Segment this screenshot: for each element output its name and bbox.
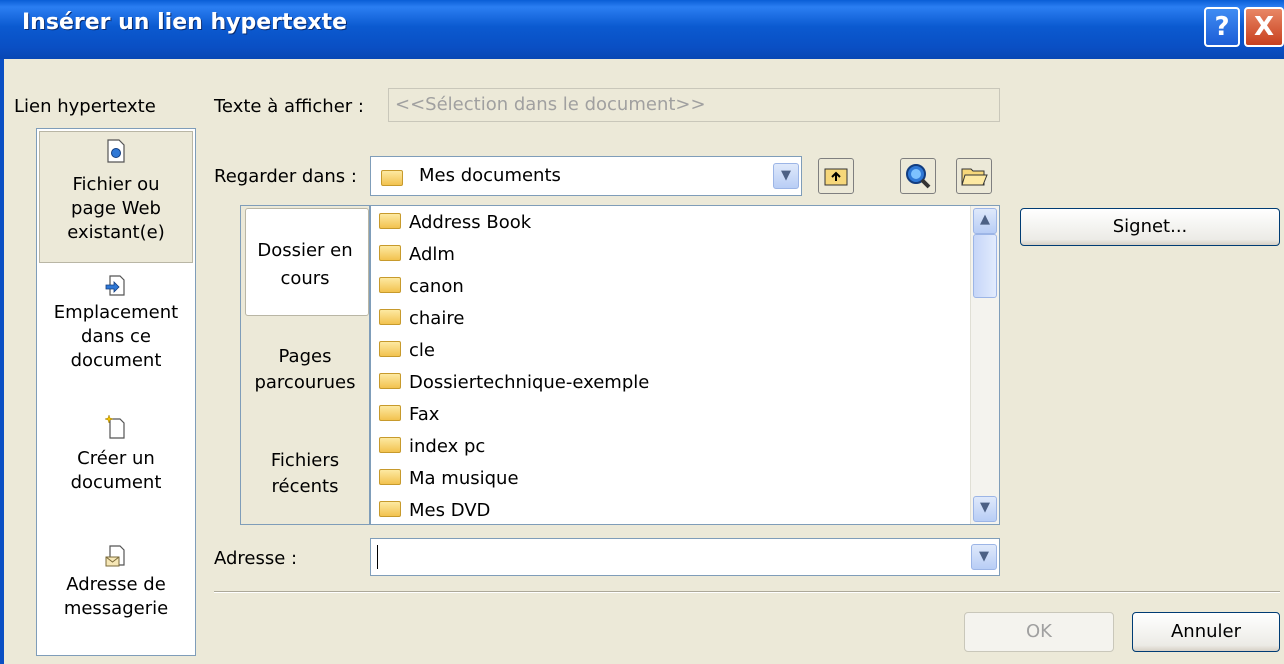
browse-file-button[interactable] [956,158,992,194]
browse-tabs: Dossier en cours Pages parcourues Fichie… [240,205,370,525]
file-name: Dossiertechnique-exemple [409,372,650,393]
scroll-down-icon[interactable]: ▼ [973,496,997,522]
tab-browsed-pages[interactable]: Pages parcourues [241,336,369,420]
folder-icon [379,341,401,357]
folder-icon [381,170,403,186]
file-name: Ma musique [409,468,519,489]
up-folder-icon [824,168,848,186]
file-icon [107,139,125,163]
list-item[interactable]: Ma musique [379,464,519,494]
file-name: Fax [409,404,440,425]
look-in-value: Mes documents [419,165,561,186]
file-name: cle [409,340,435,361]
link-type-email-address[interactable]: Adresse de messagerie [37,539,195,649]
link-type-label-line: existant(e) [67,222,165,243]
link-type-create-document[interactable]: Créer un document [37,409,195,519]
scroll-thumb[interactable] [973,234,997,298]
ok-button[interactable]: OK [964,612,1114,652]
link-type-label-line: Emplacement [53,302,179,323]
file-name: Adlm [409,244,455,265]
help-button[interactable]: ? [1204,7,1240,47]
list-item[interactable]: Dossiertechnique-exemple [379,368,649,398]
title-bar[interactable]: Insérer un lien hypertexte ? X [0,0,1284,59]
address-label: Adresse : [214,548,298,569]
look-in-dropdown[interactable]: Mes documents ▼ [370,156,802,196]
folder-icon [379,245,401,261]
tab-label-line: parcourues [254,372,356,393]
tab-label-line: Dossier en [257,240,353,261]
folder-icon [379,373,401,389]
music-folder-icon [379,469,401,485]
chevron-down-icon[interactable]: ▼ [971,544,997,570]
dialog-title: Insérer un lien hypertexte [22,10,348,35]
folder-icon [379,213,401,229]
link-type-label-line: document [70,350,162,371]
file-name: Address Book [409,212,532,233]
list-item[interactable]: Address Book [379,208,531,238]
tab-recent-files[interactable]: Fichiers récents [241,442,369,522]
link-type-label-line: document [70,472,162,493]
link-type-heading: Lien hypertexte [14,96,156,117]
folder-icon [379,309,401,325]
window-frame [0,59,4,664]
link-type-place-in-document[interactable]: Emplacement dans ce document [37,267,195,395]
link-type-panel: Fichier ou page Web existant(e) Emplacem… [36,128,196,656]
list-item[interactable]: canon [379,272,464,302]
link-type-label-line: Fichier ou [72,174,160,195]
email-icon [105,545,125,567]
folder-icon [379,277,401,293]
bookmark-button[interactable]: Signet... [1020,208,1280,246]
scroll-up-icon[interactable]: ▲ [973,208,997,234]
document-location-icon [105,275,125,296]
file-name: chaire [409,308,465,329]
link-type-label-line: page Web [71,198,161,219]
web-search-icon [906,164,931,189]
list-item[interactable]: Adlm [379,240,455,270]
text-cursor [377,545,378,569]
link-type-label-line: messagerie [63,598,169,619]
new-document-icon [105,415,125,439]
tab-label-line: cours [280,268,330,289]
file-name: canon [409,276,464,297]
list-item[interactable]: Mes DVD [379,496,491,524]
link-type-label-line: Adresse de [66,574,166,595]
link-type-label-line: Créer un [77,448,155,469]
link-type-existing-file[interactable]: Fichier ou page Web existant(e) [37,129,195,265]
link-type-label-line: dans ce [81,326,151,347]
address-input[interactable]: ▼ [370,538,1000,576]
file-list[interactable]: Address Book Adlm canon chaire cle Dossi… [370,205,1000,525]
tab-label-line: récents [271,476,339,497]
browse-web-button[interactable] [900,158,936,194]
close-button[interactable]: X [1244,7,1284,47]
list-item[interactable]: Fax [379,400,439,430]
folder-icon [379,405,401,421]
file-name: index pc [409,436,486,457]
open-folder-icon [961,168,988,186]
text-to-display-input[interactable]: <<Sélection dans le document>> [388,88,1000,122]
look-in-label: Regarder dans : [214,166,357,187]
text-to-display-value: <<Sélection dans le document>> [395,94,706,115]
file-name: Mes DVD [409,500,491,521]
folder-icon [379,437,401,453]
up-one-folder-button[interactable] [818,158,854,194]
list-item[interactable]: chaire [379,304,464,334]
text-to-display-label: Texte à afficher : [214,96,364,117]
chevron-down-icon[interactable]: ▼ [773,163,799,189]
cancel-button[interactable]: Annuler [1132,612,1280,652]
folder-icon [379,501,401,517]
list-item[interactable]: index pc [379,432,485,462]
file-list-scrollbar[interactable]: ▲ ▼ [970,206,999,524]
list-item[interactable]: cle [379,336,435,366]
separator [214,591,1280,593]
